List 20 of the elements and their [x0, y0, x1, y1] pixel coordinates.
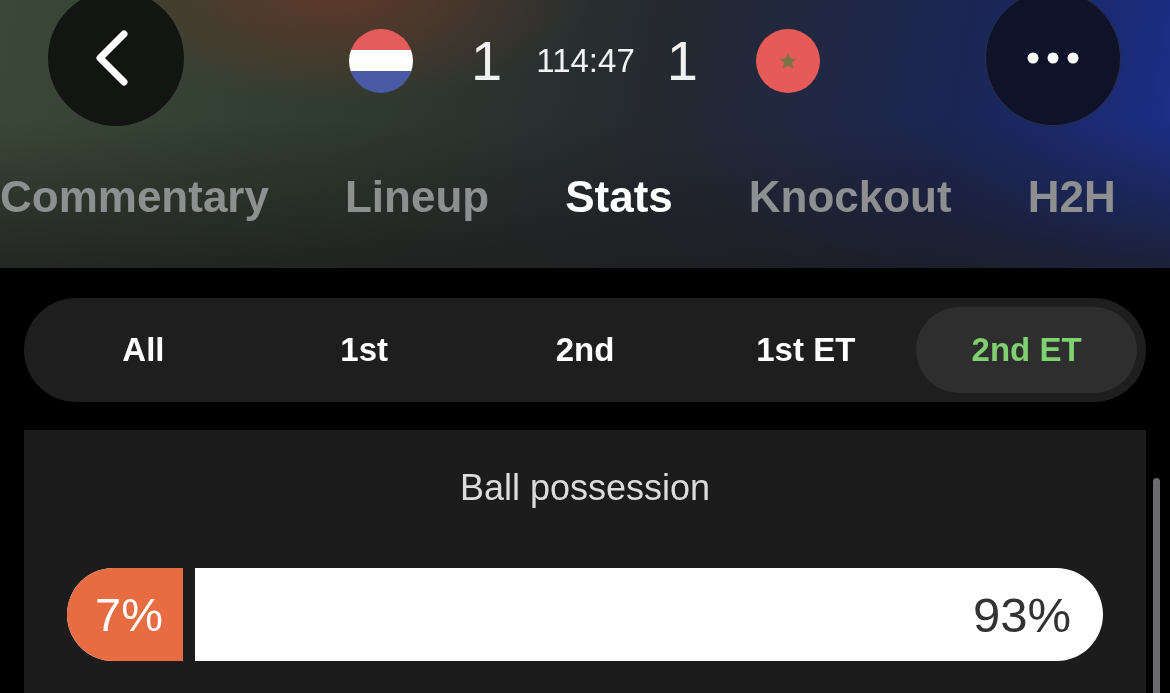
nav-tab[interactable]: Knockout [748, 171, 952, 223]
period-tab[interactable]: All [33, 307, 254, 393]
nav-tab[interactable]: H2H [1027, 171, 1116, 223]
nav-tab[interactable]: Commentary [0, 171, 269, 223]
nav-tab[interactable]: Stats [565, 171, 673, 223]
away-percentage: 93% [972, 586, 1072, 643]
stat-title: Ball possession [459, 468, 711, 508]
star-flag-icon [755, 29, 820, 93]
striped-flag-icon [349, 29, 414, 93]
chevron-left-icon [95, 30, 129, 86]
period-tab[interactable]: 2nd [474, 307, 696, 393]
period-tab[interactable]: 1st [253, 307, 475, 393]
home-percentage: 7% [94, 587, 163, 642]
match-clock: 114:47 [536, 41, 635, 81]
away-score: 1 [666, 31, 698, 91]
home-score: 1 [471, 31, 503, 91]
nav-tab[interactable]: Lineup [344, 171, 490, 223]
ellipsis-icon [1027, 52, 1079, 64]
period-tab[interactable]: 2nd ET [916, 307, 1137, 393]
period-tab[interactable]: 1st ET [695, 307, 917, 393]
